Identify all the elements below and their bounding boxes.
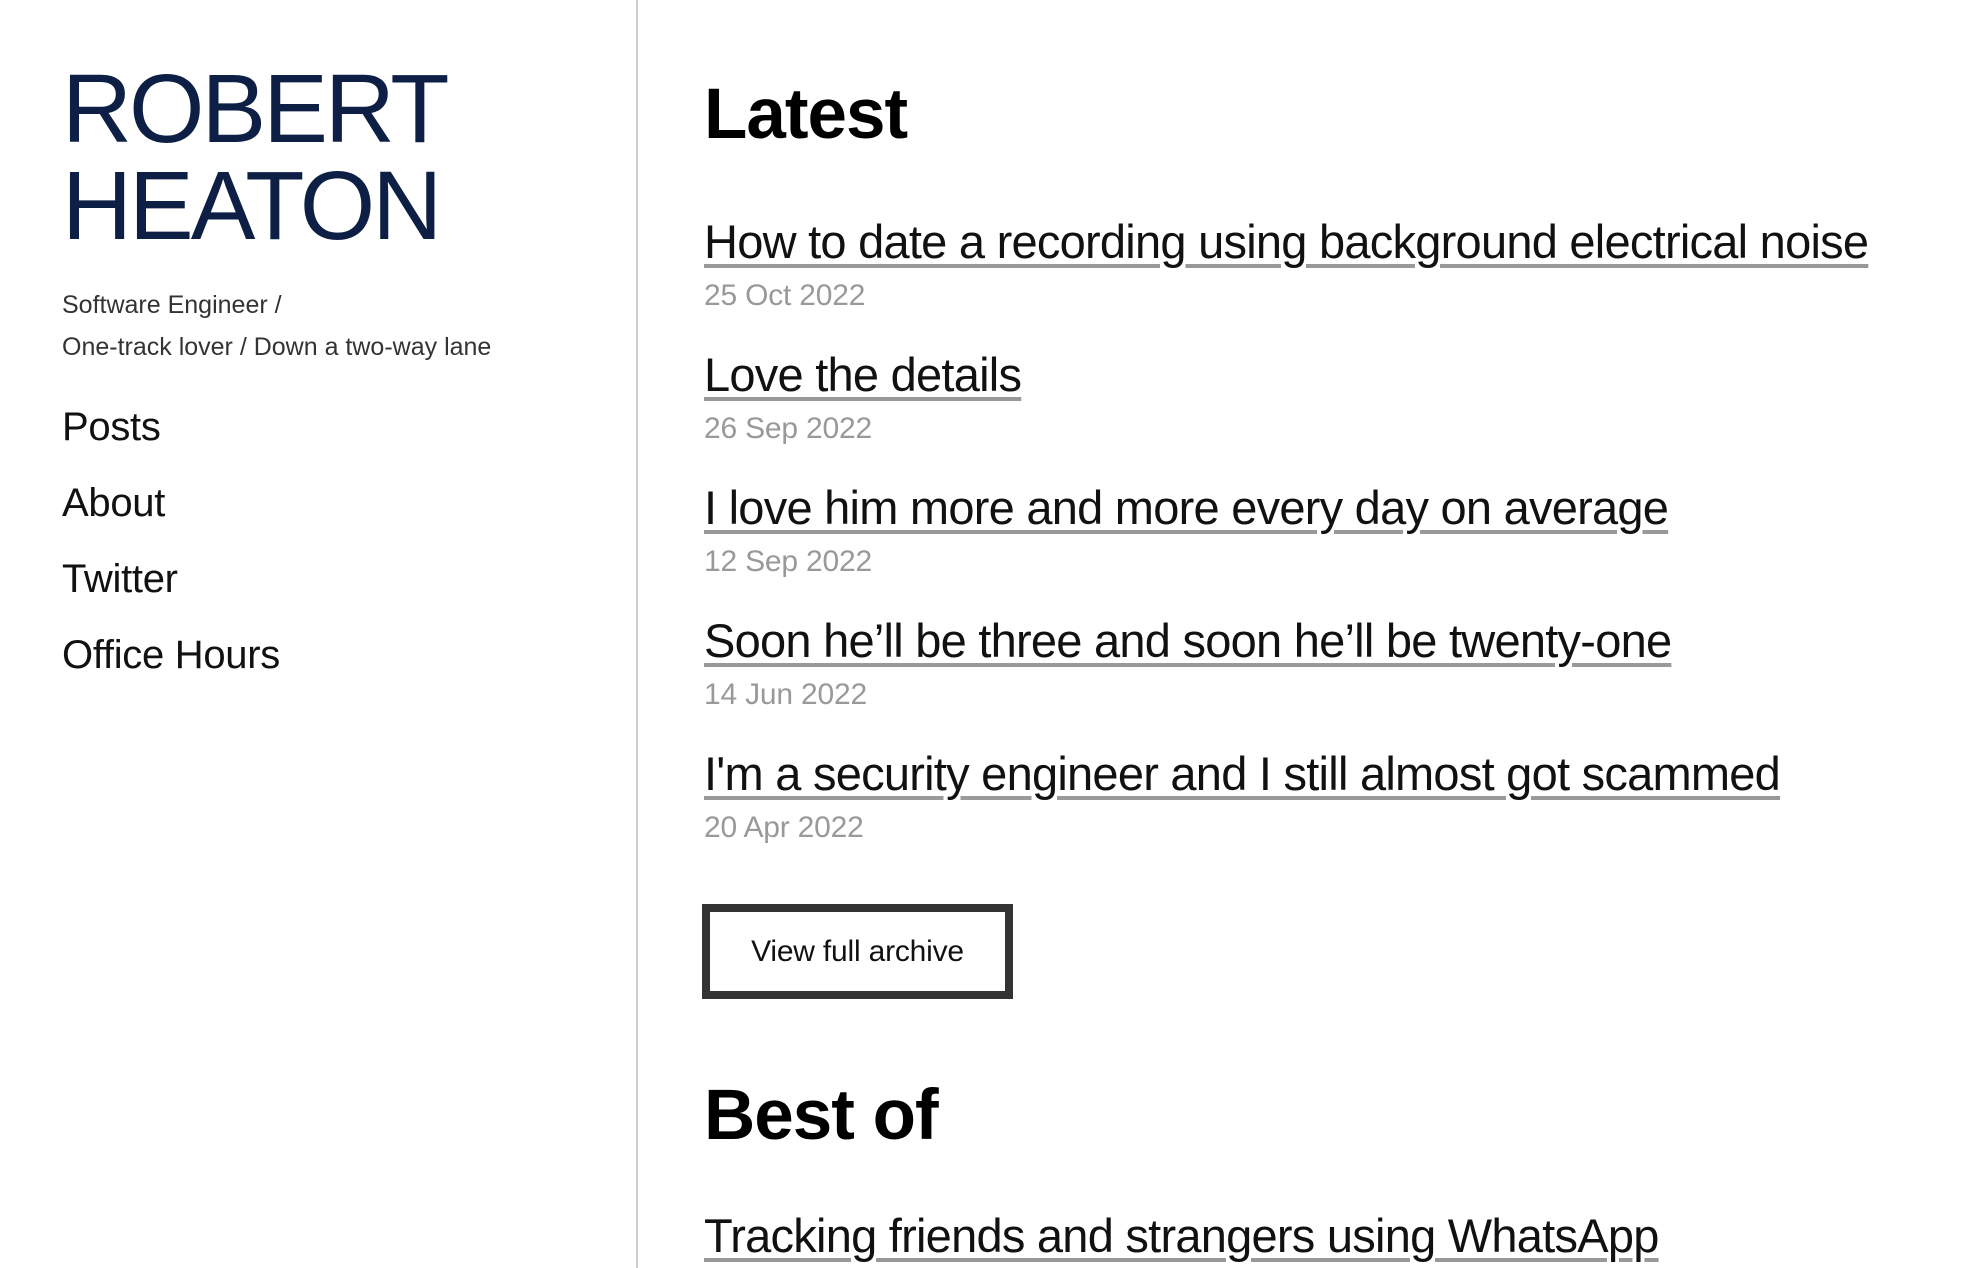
post-item: Soon he’ll be three and soon he’ll be tw…	[704, 614, 1988, 747]
sidebar: ROBERT HEATON Software Engineer / One-tr…	[0, 0, 638, 1268]
post-date: 25 Oct 2022	[704, 279, 866, 312]
post-item: I'm a security engineer and I still almo…	[704, 747, 1988, 880]
view-full-archive-button[interactable]: View full archive	[702, 904, 1013, 999]
post-title-link[interactable]: How to date a recording using background…	[704, 215, 1869, 269]
post-title-link[interactable]: Soon he’ll be three and soon he’ll be tw…	[704, 614, 1672, 668]
nav-link-posts[interactable]: Posts	[62, 405, 161, 449]
nav-item-office-hours: Office Hours	[62, 630, 280, 706]
post-item: How to date a recording using background…	[704, 215, 1988, 348]
nav-item-about: About	[62, 478, 280, 554]
best-of-title-link[interactable]: Tracking friends and strangers using Wha…	[704, 1209, 1659, 1263]
post-item: Love the details 26 Sep 2022	[704, 348, 1988, 481]
latest-heading: Latest	[704, 75, 908, 154]
site-title-line2: HEATON	[62, 151, 442, 260]
nav-item-posts: Posts	[62, 402, 280, 478]
site-title-link[interactable]: ROBERT HEATON	[62, 54, 449, 260]
post-date: 14 Jun 2022	[704, 678, 867, 711]
post-date: 12 Sep 2022	[704, 545, 872, 578]
post-date: 20 Apr 2022	[704, 811, 864, 844]
post-title-link[interactable]: I love him more and more every day on av…	[704, 481, 1669, 535]
sidebar-nav: Posts About Twitter Office Hours	[62, 402, 280, 706]
best-of-item: Tracking friends and strangers using Wha…	[704, 1209, 1659, 1263]
best-of-heading: Best of	[704, 1076, 939, 1155]
latest-post-list: How to date a recording using background…	[704, 215, 1988, 880]
post-title-link[interactable]: I'm a security engineer and I still almo…	[704, 747, 1781, 801]
best-of-post-list: Tracking friends and strangers using Wha…	[704, 1209, 1659, 1263]
site-title-line1: ROBERT	[62, 54, 449, 163]
post-title-link[interactable]: Love the details	[704, 348, 1022, 402]
nav-link-office-hours[interactable]: Office Hours	[62, 633, 280, 677]
tagline-line1: Software Engineer /	[62, 291, 282, 319]
post-item: I love him more and more every day on av…	[704, 481, 1988, 614]
tagline: Software Engineer / One-track lover / Do…	[62, 284, 491, 368]
post-date: 26 Sep 2022	[704, 412, 872, 445]
nav-link-about[interactable]: About	[62, 481, 165, 525]
nav-item-twitter: Twitter	[62, 554, 280, 630]
nav-link-twitter[interactable]: Twitter	[62, 557, 178, 601]
tagline-line2: One-track lover / Down a two-way lane	[62, 333, 492, 361]
